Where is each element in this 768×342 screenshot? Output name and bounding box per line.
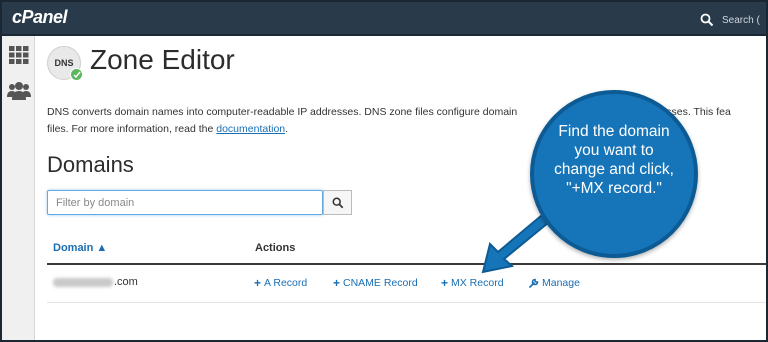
users-button[interactable] (6, 78, 32, 104)
callout-line1: Find the domain (558, 123, 670, 140)
search-input[interactable] (722, 11, 766, 29)
description-line1: DNS converts domain names into computer-… (47, 106, 518, 118)
top-navbar: cPanel (0, 0, 768, 36)
redacted-domain (53, 277, 113, 287)
search-icon (332, 197, 343, 208)
search-icon (700, 13, 714, 27)
documentation-link[interactable]: documentation (216, 123, 285, 135)
callout-line2: you want to (574, 142, 654, 159)
grid-icon (9, 46, 29, 64)
callout-line4: "+MX record." (566, 180, 662, 197)
column-header-domain[interactable]: Domain ▲ (53, 242, 107, 254)
left-sidebar (0, 36, 35, 342)
add-mx-record-link[interactable]: + MX Record (441, 277, 504, 289)
mx-record-label: MX Record (451, 277, 504, 289)
plus-icon: + (441, 276, 449, 290)
callout-text: Find the domain you want to change and c… (538, 122, 690, 198)
users-icon (7, 82, 31, 100)
domain-suffix: .com (114, 276, 138, 288)
domains-title: Domains (47, 152, 134, 177)
add-a-record-link[interactable]: + A Record (254, 277, 307, 289)
plus-icon: + (254, 276, 262, 290)
global-search (700, 11, 766, 29)
add-cname-record-link[interactable]: + CNAME Record (333, 277, 418, 289)
plus-icon: + (333, 276, 341, 290)
a-record-label: A Record (264, 277, 308, 289)
column-header-actions: Actions (255, 242, 296, 254)
dns-badge-label: DNS (54, 58, 74, 68)
manage-label: Manage (542, 277, 580, 289)
manage-link[interactable]: Manage (529, 277, 580, 289)
filter-search-button[interactable] (323, 190, 352, 215)
wrench-icon (529, 278, 539, 288)
description-line2-end: . (285, 123, 289, 135)
domain-name: .com (53, 276, 138, 288)
table-row-divider (47, 302, 768, 303)
dns-icon: DNS (47, 46, 83, 81)
callout-line3: change and click, (554, 161, 674, 178)
page-title: Zone Editor (90, 44, 235, 75)
cname-record-label: CNAME Record (343, 277, 418, 289)
description-line2: files. For more information, read the (47, 123, 214, 135)
filter-domain-input[interactable] (47, 190, 323, 215)
check-icon (70, 68, 83, 81)
cpanel-logo[interactable]: cPanel (12, 7, 68, 28)
home-grid-button[interactable] (6, 42, 32, 68)
table-header-divider (47, 263, 768, 265)
